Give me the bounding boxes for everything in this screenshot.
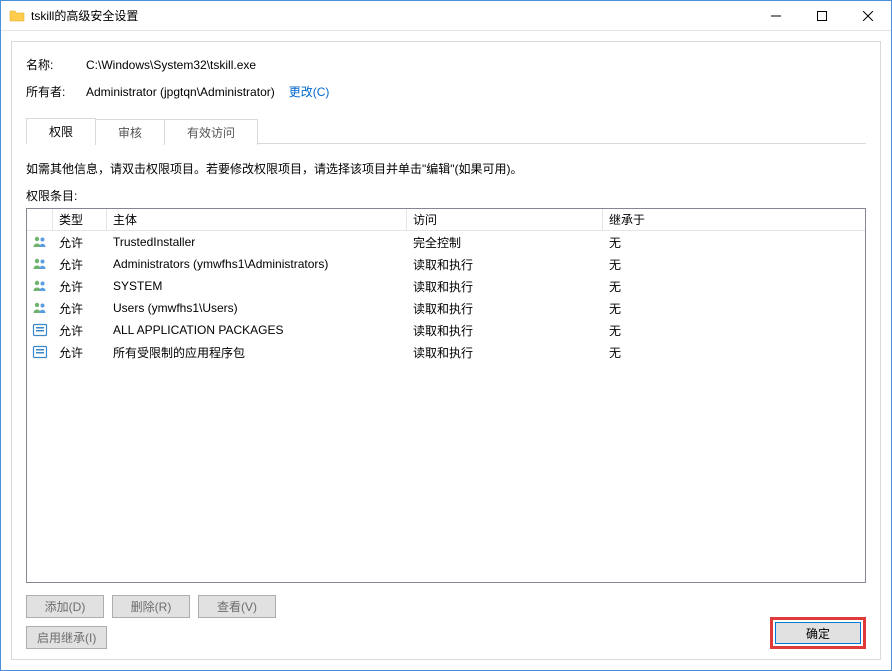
enable-inherit-button[interactable]: 启用继承(I) [26, 626, 107, 649]
name-row: 名称: C:\Windows\System32\tskill.exe [26, 56, 866, 73]
row-type: 允许 [53, 234, 107, 251]
row-access: 读取和执行 [407, 256, 603, 273]
view-button[interactable]: 查看(V) [198, 595, 276, 618]
col-inherit[interactable]: 继承于 [603, 209, 865, 230]
footer: 确定 [770, 617, 866, 649]
row-type: 允许 [53, 344, 107, 361]
row-icon [27, 344, 53, 360]
row-icon [27, 278, 53, 294]
permission-row[interactable]: 允许所有受限制的应用程序包读取和执行无 [27, 341, 865, 363]
owner-value: Administrator (jpgtqn\Administrator) [86, 85, 275, 99]
row-inherit: 无 [603, 344, 865, 361]
row-inherit: 无 [603, 322, 865, 339]
row-type: 允许 [53, 322, 107, 339]
row-inherit: 无 [603, 300, 865, 317]
owner-label: 所有者: [26, 83, 86, 100]
folder-icon [9, 8, 25, 24]
permission-list[interactable]: 类型 主体 访问 继承于 允许TrustedInstaller完全控制无允许Ad… [26, 208, 866, 583]
security-panel: 名称: C:\Windows\System32\tskill.exe 所有者: … [11, 41, 881, 660]
row-principal: SYSTEM [107, 279, 407, 293]
permission-row[interactable]: 允许TrustedInstaller完全控制无 [27, 231, 865, 253]
content-area: 名称: C:\Windows\System32\tskill.exe 所有者: … [1, 31, 891, 670]
permission-row[interactable]: 允许Users (ymwfhs1\Users)读取和执行无 [27, 297, 865, 319]
row-inherit: 无 [603, 256, 865, 273]
row-principal: TrustedInstaller [107, 235, 407, 249]
row-icon [27, 256, 53, 272]
row-principal: Administrators (ymwfhs1\Administrators) [107, 257, 407, 271]
list-header: 类型 主体 访问 继承于 [27, 209, 865, 231]
window-title: tskill的高级安全设置 [31, 7, 753, 24]
tab-permissions[interactable]: 权限 [26, 118, 96, 144]
row-icon [27, 234, 53, 250]
advanced-security-window: tskill的高级安全设置 名称: C:\Windows\System32\ts… [0, 0, 892, 671]
row-access: 读取和执行 [407, 300, 603, 317]
add-button[interactable]: 添加(D) [26, 595, 104, 618]
col-type[interactable]: 类型 [53, 209, 107, 230]
tabstrip: 权限 审核 有效访问 [26, 118, 866, 144]
name-value: C:\Windows\System32\tskill.exe [86, 58, 256, 72]
row-icon [27, 300, 53, 316]
row-icon [27, 322, 53, 338]
permission-row[interactable]: 允许ALL APPLICATION PACKAGES读取和执行无 [27, 319, 865, 341]
permission-row[interactable]: 允许Administrators (ymwfhs1\Administrators… [27, 253, 865, 275]
change-owner-link[interactable]: 更改(C) [289, 83, 330, 100]
action-buttons: 添加(D) 删除(R) 查看(V) [26, 595, 866, 618]
row-type: 允许 [53, 300, 107, 317]
remove-button[interactable]: 删除(R) [112, 595, 190, 618]
row-principal: ALL APPLICATION PACKAGES [107, 323, 407, 337]
entries-label: 权限条目: [26, 187, 866, 204]
owner-row: 所有者: Administrator (jpgtqn\Administrator… [26, 83, 866, 100]
titlebar: tskill的高级安全设置 [1, 1, 891, 31]
inherit-buttons: 启用继承(I) [26, 626, 866, 649]
window-controls [753, 1, 891, 30]
ok-highlight: 确定 [770, 617, 866, 649]
minimize-button[interactable] [753, 1, 799, 30]
hint-text: 如需其他信息，请双击权限项目。若要修改权限项目，请选择该项目并单击"编辑"(如果… [26, 160, 866, 177]
col-principal[interactable]: 主体 [107, 209, 407, 230]
row-access: 读取和执行 [407, 344, 603, 361]
row-access: 读取和执行 [407, 278, 603, 295]
row-access: 完全控制 [407, 234, 603, 251]
close-button[interactable] [845, 1, 891, 30]
row-inherit: 无 [603, 278, 865, 295]
row-access: 读取和执行 [407, 322, 603, 339]
col-access[interactable]: 访问 [407, 209, 603, 230]
row-inherit: 无 [603, 234, 865, 251]
col-icon[interactable] [27, 209, 53, 230]
tab-effective[interactable]: 有效访问 [164, 119, 258, 145]
row-type: 允许 [53, 278, 107, 295]
name-label: 名称: [26, 56, 86, 73]
row-principal: 所有受限制的应用程序包 [107, 344, 407, 361]
row-principal: Users (ymwfhs1\Users) [107, 301, 407, 315]
permission-row[interactable]: 允许SYSTEM读取和执行无 [27, 275, 865, 297]
tab-audit[interactable]: 审核 [95, 119, 165, 145]
ok-button[interactable]: 确定 [775, 622, 861, 644]
maximize-button[interactable] [799, 1, 845, 30]
row-type: 允许 [53, 256, 107, 273]
